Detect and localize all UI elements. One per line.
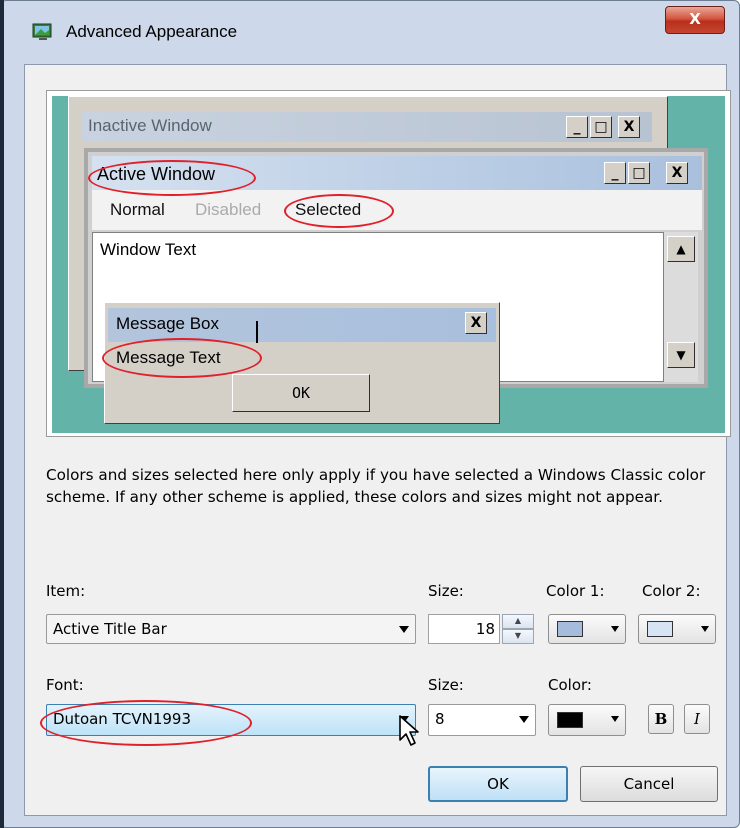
item-size-spinner[interactable]: 18	[428, 614, 500, 644]
annotation-ellipse	[102, 338, 262, 378]
item-size-label: Size:	[428, 582, 464, 600]
text-cursor-icon	[256, 321, 258, 343]
font-color-button[interactable]	[548, 704, 626, 736]
annotation-ellipse	[40, 700, 252, 746]
color1-swatch	[557, 621, 583, 637]
display-properties-icon	[32, 22, 54, 42]
preview-menu-bar	[92, 190, 702, 230]
description-text: Colors and sizes selected here only appl…	[46, 466, 706, 506]
spin-up-icon[interactable]: ▲	[502, 614, 534, 629]
item-label: Item:	[46, 582, 86, 600]
window-title: Advanced Appearance	[66, 22, 238, 41]
active-minimize-icon[interactable]: _	[604, 162, 626, 184]
annotation-ellipse	[88, 160, 256, 196]
font-color-swatch	[557, 712, 583, 728]
font-color-label: Color:	[548, 676, 592, 694]
menu-item-disabled[interactable]: Disabled	[195, 200, 261, 220]
menu-item-normal[interactable]: Normal	[110, 200, 165, 220]
color1-button[interactable]	[548, 614, 626, 644]
color2-swatch	[647, 621, 673, 637]
font-size-dropdown[interactable]: 8	[428, 704, 536, 736]
chevron-down-icon	[399, 626, 409, 633]
font-size-label: Size:	[428, 676, 464, 694]
color1-label: Color 1:	[546, 582, 605, 600]
scroll-up-icon[interactable]: ▲	[667, 236, 695, 262]
color2-button[interactable]	[638, 614, 716, 644]
bold-button[interactable]: B	[648, 704, 674, 734]
item-size-value: 18	[475, 620, 495, 638]
inactive-close-icon[interactable]: X	[618, 116, 640, 138]
spin-down-icon[interactable]: ▼	[502, 629, 534, 644]
cancel-button[interactable]: Cancel	[580, 766, 718, 802]
annotation-ellipse	[284, 194, 394, 228]
item-dropdown[interactable]: Active Title Bar	[46, 614, 416, 644]
active-maximize-icon[interactable]: □	[628, 162, 650, 184]
message-box-close-icon[interactable]: X	[465, 312, 487, 334]
active-close-icon[interactable]: X	[666, 162, 688, 184]
scroll-down-icon[interactable]: ▼	[667, 342, 695, 368]
inactive-minimize-icon[interactable]: _	[566, 116, 588, 138]
ok-button[interactable]: OK	[428, 766, 568, 802]
chevron-down-icon	[611, 626, 619, 632]
font-label: Font:	[46, 676, 84, 694]
close-button[interactable]: X	[665, 6, 725, 34]
chevron-down-icon	[611, 716, 619, 722]
window-text: Window Text	[100, 240, 197, 259]
color2-label: Color 2:	[642, 582, 701, 600]
chevron-down-icon	[701, 626, 709, 632]
window-edge	[0, 0, 4, 828]
inactive-maximize-icon[interactable]: □	[590, 116, 612, 138]
message-ok-button[interactable]: OK	[232, 374, 370, 412]
inactive-window-title: Inactive Window	[88, 116, 212, 135]
mouse-pointer-icon	[398, 714, 424, 750]
font-size-value: 8	[435, 710, 445, 728]
italic-button[interactable]: I	[684, 704, 710, 734]
item-dropdown-value: Active Title Bar	[53, 620, 167, 638]
chevron-down-icon	[519, 716, 529, 723]
message-box-title: Message Box	[116, 314, 219, 333]
